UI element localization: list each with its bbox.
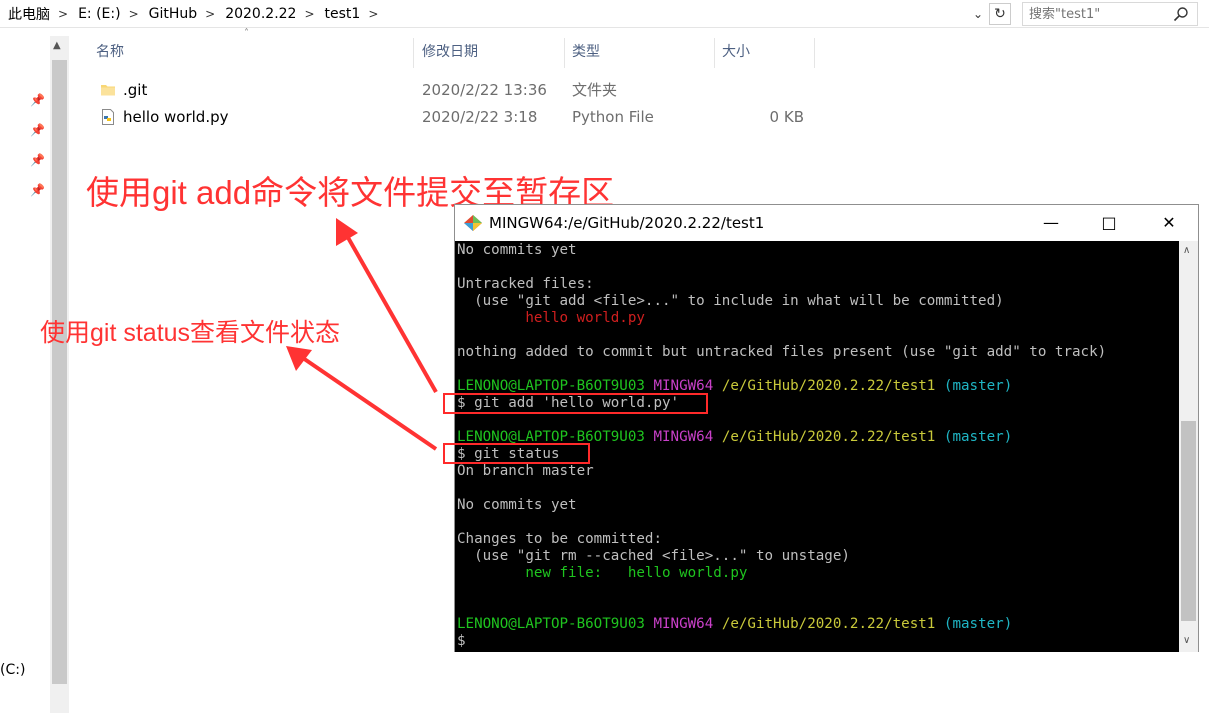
terminal-line: No commits yet — [457, 242, 577, 258]
file-name: .git — [123, 81, 148, 99]
pin-icon[interactable]: 📌 — [30, 183, 45, 197]
search-icon[interactable] — [1173, 6, 1189, 22]
terminal-prompt: LENONO@LAPTOP-B6OT9U03 MINGW64 /e/GitHub… — [457, 616, 1012, 633]
breadcrumb-drive-e[interactable]: E: (E:) — [78, 6, 121, 22]
breadcrumb-this-pc[interactable]: 此电脑 — [8, 4, 50, 24]
terminal-line-untracked-file: hello world.py — [457, 310, 645, 326]
file-type: Python File — [572, 108, 654, 126]
chevron-right-icon[interactable]: > — [129, 7, 139, 21]
chevron-down-icon[interactable]: ⌄ — [970, 6, 986, 22]
terminal-window[interactable]: MINGW64:/e/GitHub/2020.2.22/test1 — □ ✕ … — [454, 204, 1199, 652]
terminal-line: (use "git add <file>..." to include in w… — [457, 293, 1004, 309]
column-header-name[interactable]: 名称 — [96, 36, 124, 68]
search-box[interactable] — [1022, 2, 1198, 26]
column-header-type[interactable]: 类型 — [572, 36, 600, 68]
scroll-up-icon[interactable]: ∧ — [1183, 245, 1190, 256]
terminal-scrollbar[interactable]: ∧ ∨ — [1179, 241, 1198, 652]
file-name: hello world.py — [123, 108, 229, 126]
file-row-git[interactable]: .git 2020/2/22 13:36 文件夹 — [96, 77, 816, 103]
prompt-user: LENONO@LAPTOP-B6OT9U03 — [457, 378, 645, 394]
prompt-env: MINGW64 — [653, 378, 714, 394]
arrow-to-git-status-note — [286, 346, 438, 451]
prompt-env: MINGW64 — [653, 616, 714, 632]
terminal-line: Untracked files: — [457, 276, 594, 292]
highlight-box-git-status — [443, 443, 590, 464]
scroll-down-icon[interactable]: ∨ — [1183, 635, 1190, 646]
close-button[interactable]: ✕ — [1140, 205, 1198, 241]
column-header-date[interactable]: 修改日期 — [422, 36, 478, 68]
sort-ascending-icon: ˄ — [244, 28, 249, 39]
terminal-line-new-file: new file: hello world.py — [457, 565, 748, 581]
prompt-path: /e/GitHub/2020.2.22/test1 — [721, 378, 936, 394]
prompt-branch: (master) — [943, 429, 1013, 445]
terminal-line: nothing added to commit but untracked fi… — [457, 344, 1107, 360]
python-file-icon — [102, 109, 114, 125]
nav-pane-scrollbar[interactable]: ▲ — [50, 36, 69, 713]
column-header-size[interactable]: 大小 — [722, 36, 750, 68]
file-type: 文件夹 — [572, 81, 618, 99]
prompt-path: /e/GitHub/2020.2.22/test1 — [721, 429, 936, 445]
terminal-line: (use "git rm --cached <file>..." to unst… — [457, 548, 850, 564]
chevron-right-icon[interactable]: > — [304, 7, 314, 21]
file-date: 2020/2/22 3:18 — [422, 108, 538, 126]
prompt-user: LENONO@LAPTOP-B6OT9U03 — [457, 616, 645, 632]
prompt-path: /e/GitHub/2020.2.22/test1 — [721, 616, 936, 632]
pin-icon[interactable]: 📌 — [30, 123, 45, 137]
prompt-branch: (master) — [943, 616, 1013, 632]
breadcrumb: 此电脑 > E: (E:) > GitHub > 2020.2.22 > tes… — [8, 4, 388, 24]
column-divider[interactable] — [714, 38, 715, 68]
refresh-icon[interactable]: ↻ — [989, 3, 1011, 25]
terminal-line: On branch master — [457, 463, 594, 479]
prompt-branch: (master) — [943, 378, 1013, 394]
file-row-hello-world[interactable]: hello world.py 2020/2/22 3:18 Python Fil… — [96, 104, 816, 130]
chevron-right-icon[interactable]: > — [205, 7, 215, 21]
pin-icon[interactable]: 📌 — [30, 93, 45, 107]
breadcrumb-2020-2-22[interactable]: 2020.2.22 — [225, 6, 296, 22]
terminal-title: MINGW64:/e/GitHub/2020.2.22/test1 — [489, 214, 765, 232]
file-date: 2020/2/22 13:36 — [422, 81, 547, 99]
folder-icon — [101, 85, 115, 96]
scrollbar-thumb[interactable] — [52, 60, 67, 684]
annotation-git-status: 使用git status查看文件状态 — [40, 319, 341, 347]
terminal-input-prompt[interactable]: $ — [457, 633, 466, 650]
file-size: 0 KB — [769, 108, 804, 126]
scrollbar-thumb[interactable] — [1181, 421, 1196, 621]
address-bar: 此电脑 > E: (E:) > GitHub > 2020.2.22 > tes… — [0, 0, 1209, 28]
column-divider[interactable] — [814, 38, 815, 68]
breadcrumb-test1[interactable]: test1 — [325, 6, 361, 22]
search-input[interactable] — [1029, 5, 1169, 23]
highlight-box-git-add — [443, 393, 708, 414]
arrow-to-git-add-note — [336, 218, 438, 393]
chevron-right-icon[interactable]: > — [58, 7, 68, 21]
column-divider[interactable] — [413, 38, 414, 68]
git-logo-icon — [464, 215, 482, 231]
scroll-up-icon[interactable]: ▲ — [53, 40, 61, 51]
column-divider[interactable] — [564, 38, 565, 68]
breadcrumb-github[interactable]: GitHub — [149, 6, 198, 22]
pin-icon[interactable]: 📌 — [30, 153, 45, 167]
minimize-button[interactable]: — — [1022, 205, 1080, 241]
prompt-env: MINGW64 — [653, 429, 714, 445]
maximize-button[interactable]: □ — [1080, 205, 1138, 241]
terminal-line: Changes to be committed: — [457, 531, 662, 547]
terminal-line: No commits yet — [457, 497, 577, 513]
terminal-title-bar[interactable]: MINGW64:/e/GitHub/2020.2.22/test1 — □ ✕ — [455, 205, 1198, 241]
nav-item-drive-c[interactable]: (C:) — [0, 662, 25, 678]
chevron-right-icon[interactable]: > — [368, 7, 378, 21]
